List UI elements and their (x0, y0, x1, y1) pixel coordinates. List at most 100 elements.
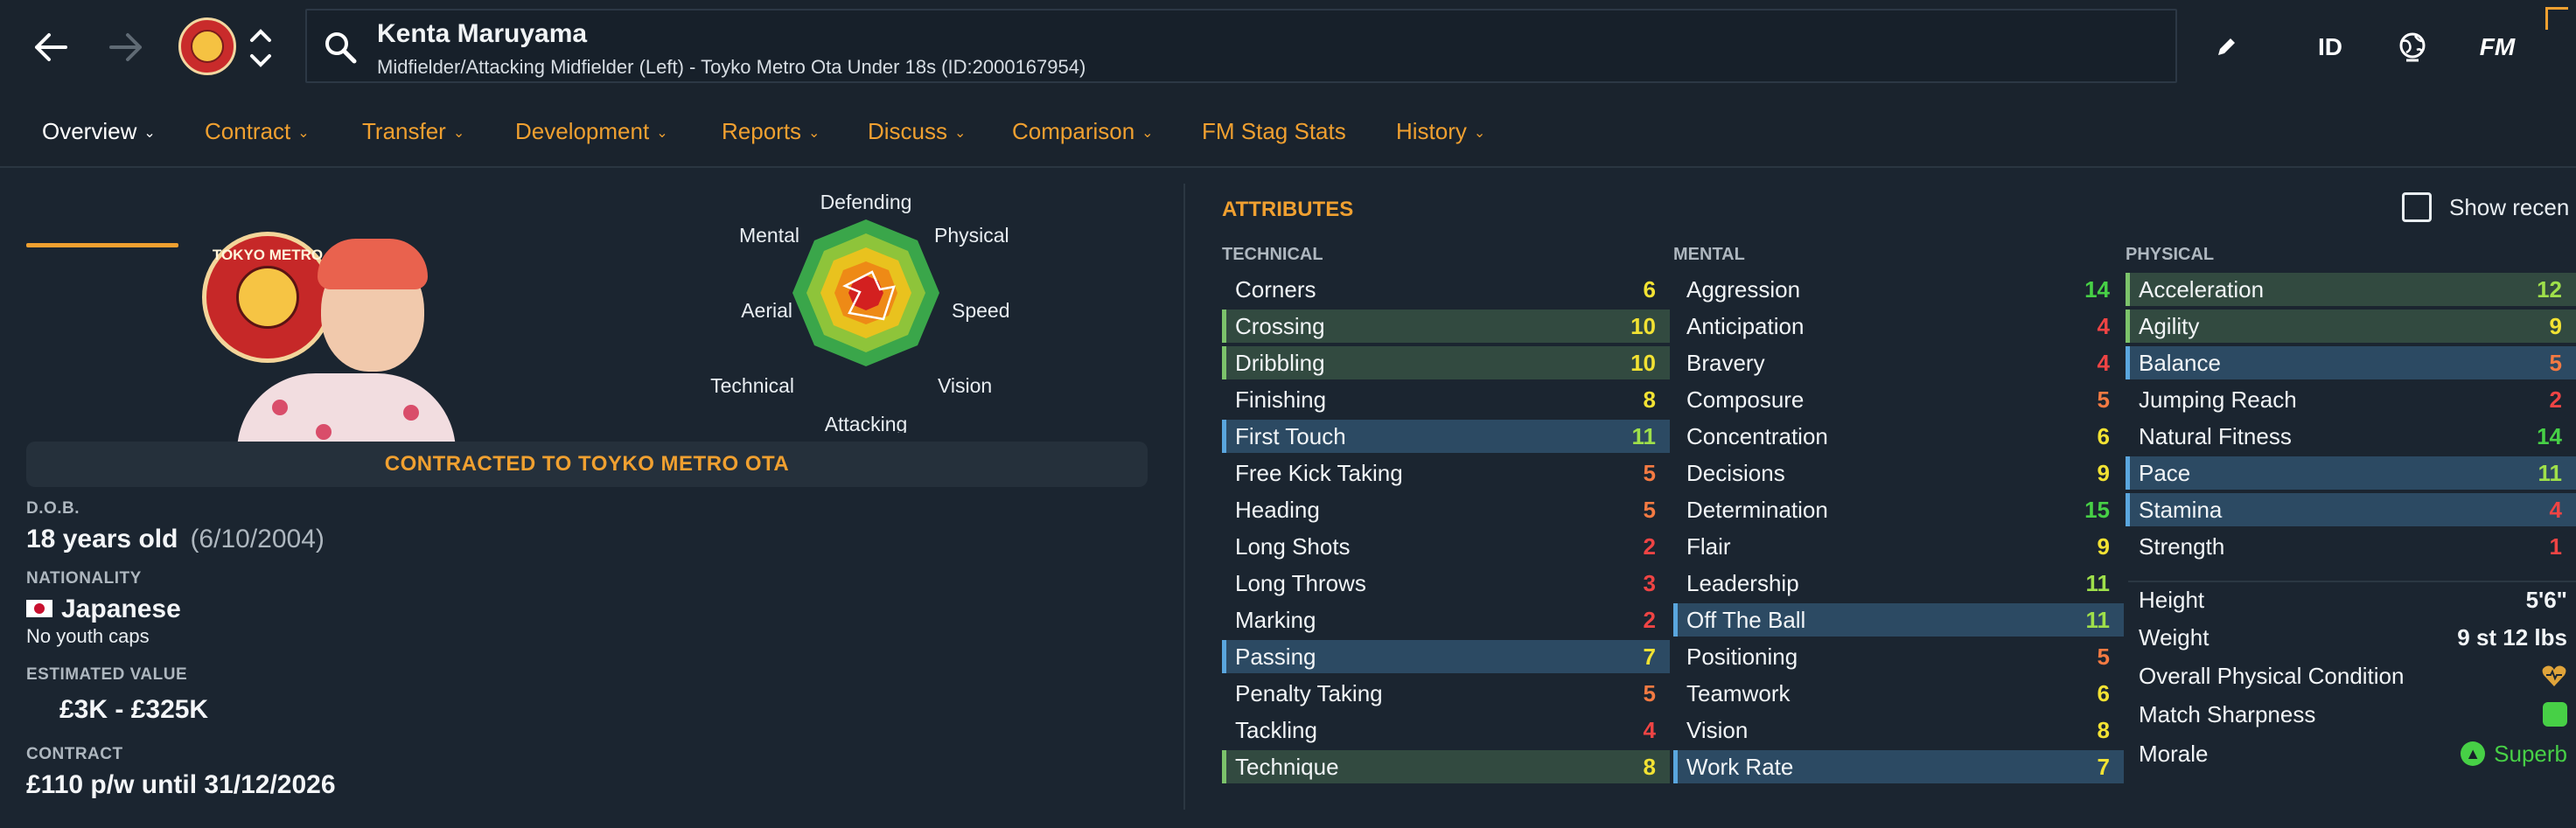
attribute-value: 12 (2537, 275, 2562, 303)
tab-label: Discuss (868, 117, 948, 144)
sharpness-row[interactable]: Match Sharpness (2139, 697, 2567, 732)
back-arrow-icon[interactable] (23, 19, 79, 75)
top-bar: Kenta Maruyama Midfielder/Attacking Midf… (0, 0, 2576, 94)
attribute-value: 7 (2097, 753, 2110, 780)
search-icon[interactable] (323, 30, 358, 65)
height-row: Height 5'6" (2139, 582, 2567, 617)
id-button[interactable]: ID (2302, 19, 2358, 75)
tab-fm-stag-stats[interactable]: FM Stag Stats (1202, 114, 1346, 149)
attribute-row-teamwork[interactable]: Teamwork 6 (1673, 677, 2124, 710)
attribute-row-penalty-taking[interactable]: Penalty Taking 5 (1222, 677, 1670, 710)
attribute-row-long-shots[interactable]: Long Shots 2 (1222, 530, 1670, 563)
attribute-row-passing[interactable]: Passing 7 (1222, 640, 1670, 673)
show-recent-checkbox[interactable] (2402, 192, 2432, 222)
tab-transfer[interactable]: Transfer ⌄ (362, 114, 464, 149)
attribute-value: 7 (1643, 643, 1656, 670)
chevron-up-icon[interactable] (243, 23, 278, 73)
attribute-name: Agility (2139, 312, 2200, 339)
attribute-name: Off The Ball (1686, 606, 1806, 633)
attribute-row-long-throws[interactable]: Long Throws 3 (1222, 567, 1670, 600)
player-search-box[interactable]: Kenta Maruyama Midfielder/Attacking Midf… (305, 9, 2177, 83)
tab-contract[interactable]: Contract ⌄ (205, 114, 310, 149)
radar-label-aerial: Aerial (741, 299, 792, 322)
attribute-row-composure[interactable]: Composure 5 (1673, 383, 2124, 416)
forward-arrow-icon[interactable] (98, 19, 154, 75)
attribute-row-jumping-reach[interactable]: Jumping Reach 2 (2126, 383, 2576, 416)
attribute-row-first-touch[interactable]: First Touch 11 (1222, 420, 1670, 453)
tab-label: Reports (722, 117, 802, 144)
attribute-row-work-rate[interactable]: Work Rate 7 (1673, 750, 2124, 783)
attribute-name: Flair (1686, 532, 1731, 560)
attribute-value: 2 (1643, 606, 1656, 633)
pencil-icon[interactable] (2200, 19, 2252, 75)
attribute-name: Balance (2139, 349, 2221, 376)
attribute-row-concentration[interactable]: Concentration 6 (1673, 420, 2124, 453)
morale-row[interactable]: Morale ▲ Superb (2139, 736, 2567, 771)
attribute-row-heading[interactable]: Heading 5 (1222, 493, 1670, 526)
corner-marker (2545, 7, 2568, 30)
attribute-row-leadership[interactable]: Leadership 11 (1673, 567, 2124, 600)
weight-row: Weight 9 st 12 lbs (2139, 620, 2567, 655)
attribute-row-stamina[interactable]: Stamina 4 (2126, 493, 2576, 526)
attribute-row-free-kick-taking[interactable]: Free Kick Taking 5 (1222, 456, 1670, 490)
attribute-row-tackling[interactable]: Tackling 4 (1222, 713, 1670, 747)
radar-label-defending: Defending (820, 191, 912, 213)
globe-icon[interactable] (2384, 19, 2440, 75)
player-switcher[interactable] (243, 23, 278, 73)
attribute-name: Penalty Taking (1235, 679, 1383, 706)
attribute-name: Strength (2139, 532, 2225, 560)
attribute-row-bravery[interactable]: Bravery 4 (1673, 346, 2124, 379)
attribute-row-positioning[interactable]: Positioning 5 (1673, 640, 2124, 673)
club-badge[interactable] (178, 17, 236, 75)
attribute-row-anticipation[interactable]: Anticipation 4 (1673, 310, 2124, 343)
attribute-row-off-the-ball[interactable]: Off The Ball 11 (1673, 603, 2124, 637)
attribute-value: 8 (2097, 716, 2110, 743)
chevron-down-icon: ⌄ (954, 126, 967, 141)
attribute-value: 8 (1643, 386, 1656, 413)
attribute-row-technique[interactable]: Technique 8 (1222, 750, 1670, 783)
attribute-row-aggression[interactable]: Aggression 14 (1673, 273, 2124, 306)
attribute-name: First Touch (1235, 422, 1346, 449)
attribute-row-vision[interactable]: Vision 8 (1673, 713, 2124, 747)
attribute-value: 5 (1643, 459, 1656, 486)
tab-development[interactable]: Development ⌄ (515, 114, 668, 149)
dob-value: 18 years old (6/10/2004) (26, 525, 325, 554)
attribute-row-decisions[interactable]: Decisions 9 (1673, 456, 2124, 490)
condition-row[interactable]: Overall Physical Condition (2139, 658, 2567, 693)
attribute-value: 6 (1643, 275, 1656, 303)
show-recent-toggle[interactable]: Show recen (2402, 192, 2569, 222)
attribute-name: Determination (1686, 496, 1828, 523)
attribute-row-acceleration[interactable]: Acceleration 12 (2126, 273, 2576, 306)
tab-reports[interactable]: Reports ⌄ (722, 114, 820, 149)
japan-flag-icon (26, 600, 52, 618)
attribute-row-natural-fitness[interactable]: Natural Fitness 14 (2126, 420, 2576, 453)
attribute-name: Passing (1235, 643, 1316, 670)
player-hair (318, 239, 428, 289)
attribute-row-balance[interactable]: Balance 5 (2126, 346, 2576, 379)
chevron-down-icon: ⌄ (1141, 126, 1154, 141)
chevron-down-icon: ⌄ (143, 126, 156, 141)
tab-overview[interactable]: Overview ⌄ (42, 114, 156, 149)
dob-label: D.O.B. (26, 499, 80, 518)
attribute-value: 11 (2085, 606, 2111, 633)
attribute-row-corners[interactable]: Corners 6 (1222, 273, 1670, 306)
attribute-row-pace[interactable]: Pace 11 (2126, 456, 2576, 490)
attribute-row-dribbling[interactable]: Dribbling 10 (1222, 346, 1670, 379)
fm-button[interactable]: FM (2467, 19, 2528, 75)
panel-divider (1183, 184, 1185, 810)
value-label: ESTIMATED VALUE (26, 665, 188, 684)
attribute-row-determination[interactable]: Determination 15 (1673, 493, 2124, 526)
attribute-row-marking[interactable]: Marking 2 (1222, 603, 1670, 637)
attribute-row-finishing[interactable]: Finishing 8 (1222, 383, 1670, 416)
attribute-row-crossing[interactable]: Crossing 10 (1222, 310, 1670, 343)
nationality-value[interactable]: Japanese (26, 595, 181, 624)
tab-history[interactable]: History ⌄ (1396, 114, 1485, 149)
attribute-row-agility[interactable]: Agility 9 (2126, 310, 2576, 343)
tab-comparison[interactable]: Comparison ⌄ (1012, 114, 1154, 149)
attribute-row-flair[interactable]: Flair 9 (1673, 530, 2124, 563)
attribute-row-strength[interactable]: Strength 1 (2126, 530, 2576, 563)
morale-up-icon: ▲ (2461, 741, 2486, 766)
attribute-name: Free Kick Taking (1235, 459, 1403, 486)
chevron-down-icon: ⌄ (1473, 126, 1486, 141)
tab-discuss[interactable]: Discuss ⌄ (868, 114, 966, 149)
